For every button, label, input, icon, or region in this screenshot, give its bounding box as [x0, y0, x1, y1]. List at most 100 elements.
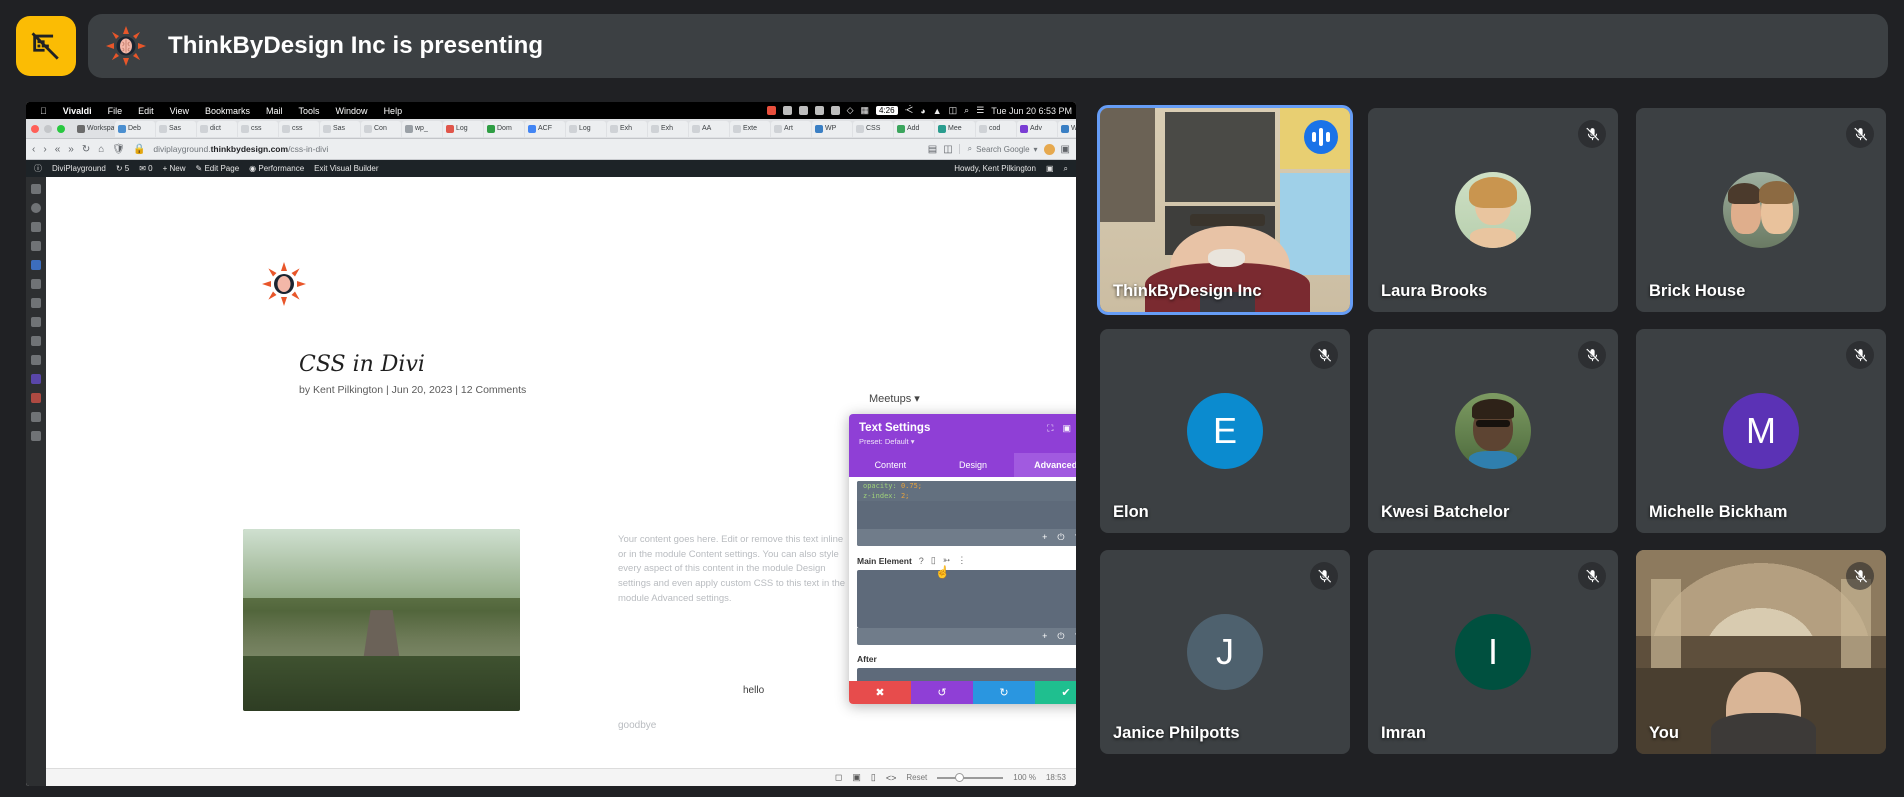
modal-tabs[interactable]: Content Design Advanced	[849, 453, 1076, 477]
help-icon[interactable]: ?	[919, 556, 924, 566]
menu-item-mail[interactable]: Mail	[258, 106, 291, 116]
menu-item-vivaldi[interactable]: Vivaldi	[55, 106, 100, 116]
more-vertical-icon[interactable]: ⋮	[957, 555, 966, 566]
main-element-toolbar[interactable]: + ⏻ ⇅	[857, 628, 1076, 645]
browser-tab[interactable]: css	[279, 120, 319, 137]
browser-tab[interactable]: CSS	[853, 120, 893, 137]
menu-item-tools[interactable]: Tools	[291, 106, 328, 116]
plus-icon[interactable]: +	[1042, 532, 1047, 543]
panel-feeds-icon[interactable]	[31, 355, 41, 365]
avatar[interactable]	[1043, 143, 1055, 155]
search-field[interactable]: ⌕ Search Google ▾	[958, 144, 1038, 154]
browser-tab[interactable]: dict	[197, 120, 237, 137]
panel-translate-icon[interactable]	[31, 279, 41, 289]
sort-icon[interactable]: ⇅	[1074, 532, 1076, 543]
menu-item-edit[interactable]: Edit	[130, 106, 162, 116]
browser-tab[interactable]: cod	[976, 120, 1016, 137]
browser-tab[interactable]: Sas	[320, 120, 360, 137]
browser-tab[interactable]: Log	[566, 120, 606, 137]
panel-chat-icon[interactable]	[31, 374, 41, 384]
expand-icon[interactable]: ⛶	[1047, 423, 1053, 434]
tab-content[interactable]: Content	[849, 453, 932, 477]
panel-add-icon[interactable]	[31, 431, 41, 441]
status-icon-grey1[interactable]	[782, 106, 792, 115]
forward-button[interactable]: ›	[43, 144, 46, 155]
reload-icon[interactable]: ↻	[82, 144, 90, 155]
back-button[interactable]: ‹	[32, 144, 35, 155]
browser-tab[interactable]: Exh	[648, 120, 688, 137]
participant-tile-janice-philpotts[interactable]: J Janice Philpotts	[1100, 550, 1350, 754]
extension-icon[interactable]: ▣	[1061, 144, 1070, 155]
home-icon[interactable]: ⌂	[98, 144, 104, 155]
spotlight-search-icon[interactable]: ⌕	[964, 105, 969, 116]
power-icon[interactable]: ⏻	[1057, 532, 1064, 543]
modal-body[interactable]: opacity: 0.75; z-index: 2; + ⏻ Main Elem…	[849, 481, 1076, 684]
panel-mail-icon[interactable]	[31, 298, 41, 308]
participant-tile-brick-house[interactable]: Brick House	[1636, 108, 1886, 312]
participant-tile-imran[interactable]: I Imran	[1368, 550, 1618, 754]
status-icon-red[interactable]	[766, 106, 776, 115]
zoom-slider[interactable]	[937, 772, 1004, 782]
code-line[interactable]: z-index: 2;	[857, 491, 1076, 501]
browser-tab[interactable]: WP	[812, 120, 852, 137]
reset-zoom-button[interactable]: Reset	[906, 773, 927, 782]
wp-avatar[interactable]: ▣	[1046, 164, 1054, 173]
stop-presenting-button[interactable]	[16, 16, 76, 76]
text-settings-modal[interactable]: Text Settings Preset: Default ▾ ⛶ ▣ ⋮ Co…	[849, 414, 1076, 704]
browser-tab[interactable]: AA	[689, 120, 729, 137]
eject-icon[interactable]: ▲	[933, 106, 942, 116]
bluetooth-icon[interactable]: ᑆ	[905, 105, 914, 116]
mac-clock[interactable]: Tue Jun 20 6:53 PM	[991, 106, 1072, 116]
modal-action-bar[interactable]: ✖ ↺ ↻ ✔	[849, 681, 1076, 704]
wp-performance-button[interactable]: ◉ Performance	[249, 164, 304, 173]
tab-advanced[interactable]: Advanced	[1014, 453, 1076, 477]
keyboard-icon[interactable]: ◫	[949, 105, 958, 116]
browser-tab[interactable]: Adv	[1017, 120, 1057, 137]
window-controls[interactable]	[31, 124, 65, 133]
code-line[interactable]: opacity: 0.75;	[857, 481, 1076, 491]
module-breadcrumb[interactable]: Meetups ▾	[869, 392, 920, 405]
code-area-blank[interactable]	[857, 501, 1076, 529]
participant-tile-laura-brooks[interactable]: Laura Brooks	[1368, 108, 1618, 312]
dropbox-icon[interactable]: ◇	[847, 105, 854, 116]
wp-site-name[interactable]: DiviPlayground	[52, 164, 106, 173]
undo-button[interactable]: ↺	[911, 681, 973, 704]
wp-edit-page-button[interactable]: ✎ Edit Page	[196, 164, 240, 173]
browser-tab[interactable]: Deb	[115, 120, 155, 137]
browser-tab[interactable]: wp_	[402, 120, 442, 137]
browser-tab[interactable]: Art	[771, 120, 811, 137]
panel-downloads-icon[interactable]	[31, 203, 41, 213]
panel-calendar-icon[interactable]	[31, 317, 41, 327]
plus-icon[interactable]: +	[1042, 631, 1047, 642]
page-actions-icon[interactable]: ▤	[928, 144, 937, 155]
main-element-code-editor[interactable]	[857, 570, 1076, 628]
wordpress-logo-icon[interactable]: ⓘ	[34, 163, 42, 174]
participant-tile-michelle-bickham[interactable]: M Michelle Bickham	[1636, 329, 1886, 533]
redo-button[interactable]: ↻	[973, 681, 1035, 704]
camera-icon[interactable]: ◻	[835, 772, 842, 783]
code-icon[interactable]: <>	[886, 773, 897, 783]
browser-tab[interactable]: Dom	[484, 120, 524, 137]
panel-history-icon[interactable]	[31, 241, 41, 251]
menu-item-view[interactable]: View	[162, 106, 197, 116]
participant-tile-you[interactable]: You	[1636, 550, 1886, 754]
status-icon-grey2[interactable]	[798, 106, 808, 115]
chevron-down-icon[interactable]: ▾	[914, 393, 920, 405]
browser-tab[interactable]: Exte	[730, 120, 770, 137]
url-text[interactable]: diviplayground.thinkbydesign.com/css-in-…	[153, 144, 328, 154]
tab-design[interactable]: Design	[932, 453, 1015, 477]
panel-webpanel-active-icon[interactable]	[31, 260, 41, 270]
menu-item-bookmarks[interactable]: Bookmarks	[197, 106, 258, 116]
panel-tasks-icon[interactable]	[31, 336, 41, 346]
save-button[interactable]: ✔	[1035, 681, 1076, 704]
browser-address-bar[interactable]: ‹ › « » ↻ ⌂ 🛡 🔒 diviplayground.thinkbyde…	[26, 139, 1076, 160]
reader-mode-icon[interactable]: ◫	[943, 144, 952, 155]
wp-exit-builder-button[interactable]: Exit Visual Builder	[314, 164, 378, 173]
panel-music-icon[interactable]	[31, 393, 41, 403]
control-center-icon[interactable]: ☰	[976, 105, 984, 116]
browser-tab[interactable]: css	[238, 120, 278, 137]
panel-notes-icon[interactable]	[31, 222, 41, 232]
browser-tab[interactable]: ACF	[525, 120, 565, 137]
browser-tab[interactable]: Sas	[156, 120, 196, 137]
layout-icon[interactable]: ▣	[1062, 423, 1071, 434]
